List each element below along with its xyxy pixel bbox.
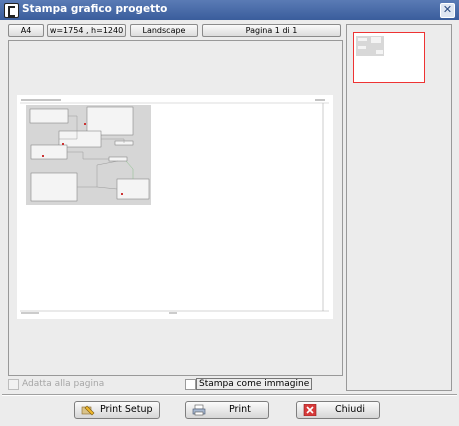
title-bar: Stampa grafico progetto ✕ [0, 0, 459, 20]
fit-page-checkbox[interactable] [8, 379, 19, 390]
fit-page-label: Adatta alla pagina [22, 379, 105, 389]
thumbnail-preview [356, 36, 384, 56]
page-preview [17, 95, 333, 319]
print-button[interactable]: Print [185, 401, 269, 419]
print-as-image-label: Stampa come immagine [196, 378, 313, 390]
orientation-label: Landscape [130, 24, 198, 37]
print-preview-area[interactable] [8, 40, 343, 376]
print-label: Print [229, 404, 251, 415]
close-icon [303, 404, 317, 416]
thumbnail-panel [346, 24, 452, 391]
page-indicator: Pagina 1 di 1 [202, 24, 341, 37]
printer-icon [192, 404, 206, 416]
close-label: Chiudi [335, 404, 365, 415]
print-setup-button[interactable]: Print Setup [74, 401, 160, 419]
separator [2, 394, 457, 396]
close-button[interactable]: Chiudi [296, 401, 380, 419]
print-as-image-checkbox[interactable] [185, 379, 196, 390]
app-icon [4, 3, 19, 18]
window-title: Stampa grafico progetto [22, 3, 168, 15]
print-setup-icon [81, 405, 95, 416]
paper-size-label: A4 [8, 24, 44, 37]
window-close-button[interactable]: ✕ [440, 3, 455, 18]
print-setup-label: Print Setup [100, 404, 153, 415]
dimensions-label: w=1754 , h=1240 [47, 24, 126, 37]
page-thumbnail[interactable] [353, 32, 425, 83]
